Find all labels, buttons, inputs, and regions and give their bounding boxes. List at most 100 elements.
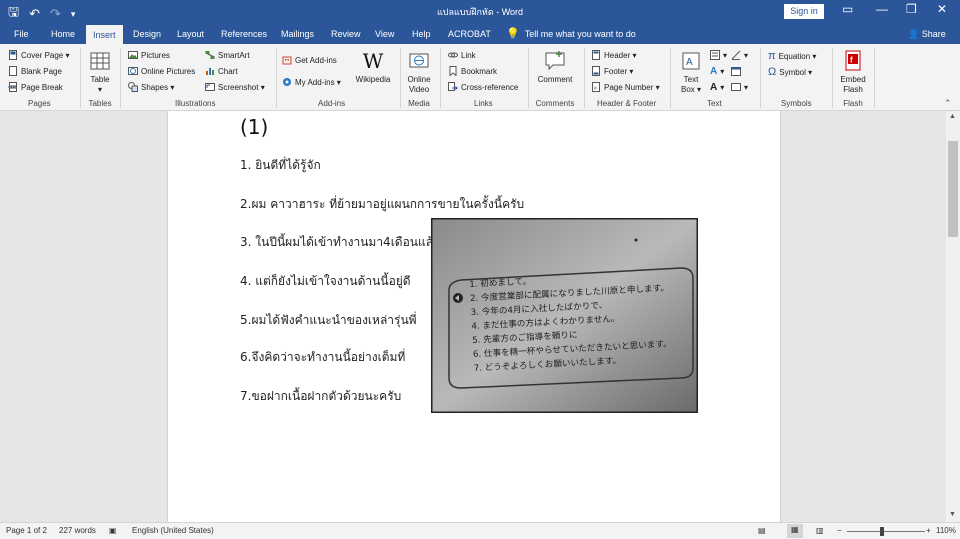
svg-text:#: # xyxy=(594,86,597,92)
tab-insert[interactable]: Insert xyxy=(85,24,124,44)
minimize-icon[interactable]: — xyxy=(876,2,888,16)
language-indicator[interactable]: English (United States) xyxy=(132,526,214,535)
get-addins-label: Get Add-ins xyxy=(295,55,337,65)
header-label: Header ▾ xyxy=(604,50,637,60)
quick-parts-button[interactable]: ▾ xyxy=(710,50,727,60)
ribbon-separator xyxy=(400,48,401,108)
ribbon-separator xyxy=(80,48,81,108)
smartart-button[interactable]: SmartArt xyxy=(205,50,250,60)
dropdown-caret-icon: ▾ xyxy=(744,50,749,60)
group-label-flash: Flash xyxy=(843,99,863,108)
collapse-ribbon-icon[interactable]: ⌃ xyxy=(944,98,952,109)
bookmark-button[interactable]: Bookmark xyxy=(448,66,497,76)
header-icon xyxy=(592,50,600,60)
header-button[interactable]: Header ▾ xyxy=(591,50,636,60)
signature-line-icon xyxy=(731,50,741,60)
vertical-scrollbar[interactable]: ▲ ▼ xyxy=(946,111,960,522)
table-button[interactable]: Table ▾ xyxy=(86,50,114,95)
document-line-4: 4. แต่ก็ยังไม่เข้าใจงานด้านนี้อยู่ดี xyxy=(240,274,411,288)
document-line-5: 5.ผมได้ฟังคำแนะนำของเหล่ารุ่นพี่ xyxy=(240,313,417,327)
page-break-button[interactable]: Page Break xyxy=(8,82,63,92)
tab-acrobat[interactable]: ACROBAT xyxy=(448,24,491,44)
proofing-icon[interactable]: ▣ xyxy=(109,526,117,535)
tab-mailings[interactable]: Mailings xyxy=(281,24,314,44)
pictures-icon xyxy=(128,51,138,59)
tell-me-search[interactable]: 💡 Tell me what you want to do xyxy=(506,24,636,44)
tab-review[interactable]: Review xyxy=(331,24,361,44)
embed-flash-button[interactable]: f Embed Flash xyxy=(836,50,870,95)
online-video-button[interactable]: Online Video xyxy=(403,50,435,95)
my-addins-icon xyxy=(283,78,291,86)
shapes-button[interactable]: Shapes ▾ xyxy=(128,82,174,92)
scrollbar-thumb[interactable] xyxy=(948,141,958,237)
pictures-button[interactable]: Pictures xyxy=(128,50,170,60)
zoom-slider-track[interactable] xyxy=(847,531,925,532)
cross-reference-icon xyxy=(448,82,458,91)
wordart-icon: A xyxy=(710,66,718,77)
cross-reference-label: Cross-reference xyxy=(461,82,519,92)
comment-icon xyxy=(545,51,565,71)
store-icon xyxy=(282,56,292,65)
print-layout-icon[interactable]: ▦ xyxy=(787,524,803,538)
scroll-down-icon[interactable]: ▼ xyxy=(949,511,956,518)
word-count[interactable]: 227 words xyxy=(59,526,96,535)
ribbon-display-options-icon[interactable]: ▭ xyxy=(842,2,853,16)
object-button[interactable]: ▾ xyxy=(731,82,748,92)
zoom-out-button[interactable]: − xyxy=(837,526,842,535)
zoom-in-button[interactable]: + xyxy=(926,526,931,535)
get-addins-button[interactable]: Get Add-ins xyxy=(282,55,337,65)
document-heading: (1) xyxy=(240,115,269,139)
restore-icon[interactable]: ❐ xyxy=(906,2,917,16)
link-button[interactable]: Link xyxy=(448,50,476,60)
zoom-level[interactable]: 110% xyxy=(936,526,956,535)
close-icon[interactable]: ✕ xyxy=(937,2,947,16)
symbol-button[interactable]: Ω Symbol ▾ xyxy=(768,66,812,78)
chart-button[interactable]: Chart xyxy=(205,66,238,76)
tab-layout[interactable]: Layout xyxy=(177,24,204,44)
tab-help[interactable]: Help xyxy=(412,24,431,44)
page-count[interactable]: Page 1 of 2 xyxy=(6,526,47,535)
wordart-button[interactable]: A ▾ xyxy=(710,66,724,77)
document-page[interactable]: (1) 1. ยินดีที่ได้รู้จัก 2.ผม คาวาฮาระ ท… xyxy=(168,111,780,522)
wikipedia-label: Wikipedia xyxy=(355,75,391,84)
textbook-photo[interactable]: 1. 初めまして。 2. 今度営業部に配属になりました川原と申します。 3. 今… xyxy=(431,218,698,413)
tab-view[interactable]: View xyxy=(375,24,394,44)
cover-page-icon xyxy=(9,50,17,60)
share-button[interactable]: 👤 Share xyxy=(908,24,946,44)
web-layout-icon[interactable]: ▥ xyxy=(816,526,824,535)
tab-file[interactable]: File xyxy=(14,24,29,44)
sign-in-button[interactable]: Sign in xyxy=(784,4,824,19)
photo-text-block: 1. 初めまして。 2. 今度営業部に配属になりました川原と申します。 3. 今… xyxy=(469,268,673,376)
cover-page-button[interactable]: Cover Page ▾ xyxy=(8,50,69,60)
signature-line-button[interactable]: ▾ xyxy=(731,50,748,60)
drop-cap-button[interactable]: A ▾ xyxy=(710,82,724,93)
ribbon-insert: Cover Page ▾ Blank Page Page Break Pages… xyxy=(0,44,960,111)
screenshot-button[interactable]: Screenshot ▾ xyxy=(205,82,265,92)
tab-references[interactable]: References xyxy=(221,24,267,44)
tab-design[interactable]: Design xyxy=(133,24,161,44)
text-box-button[interactable]: A Text Box ▾ xyxy=(677,50,705,95)
bookmark-icon xyxy=(449,66,457,76)
read-mode-icon[interactable]: ▤ xyxy=(758,526,766,535)
page-number-button[interactable]: # Page Number ▾ xyxy=(591,82,660,92)
share-label: Share xyxy=(921,29,946,39)
online-video-label-1: Online xyxy=(407,75,431,84)
blank-page-button[interactable]: Blank Page xyxy=(8,66,62,76)
wikipedia-button[interactable]: W Wikipedia xyxy=(352,50,394,85)
scroll-up-icon[interactable]: ▲ xyxy=(949,113,956,120)
group-label-pages: Pages xyxy=(28,99,51,108)
link-icon xyxy=(448,52,458,58)
online-pictures-label: Online Pictures xyxy=(141,66,196,76)
footer-button[interactable]: Footer ▾ xyxy=(591,66,633,76)
tab-home[interactable]: Home xyxy=(51,24,75,44)
status-bar: Page 1 of 2 227 words ▣ English (United … xyxy=(0,522,960,539)
table-icon xyxy=(90,52,110,70)
my-addins-button[interactable]: My Add-ins ▾ xyxy=(282,77,341,87)
new-comment-button[interactable]: Comment xyxy=(533,50,577,85)
online-pictures-button[interactable]: Online Pictures xyxy=(128,66,195,76)
cross-reference-button[interactable]: Cross-reference xyxy=(448,82,518,92)
zoom-slider-handle[interactable] xyxy=(880,527,884,536)
tell-me-label: Tell me what you want to do xyxy=(524,29,636,39)
equation-button[interactable]: π Equation ▾ xyxy=(768,50,816,62)
date-time-button[interactable] xyxy=(731,66,741,76)
